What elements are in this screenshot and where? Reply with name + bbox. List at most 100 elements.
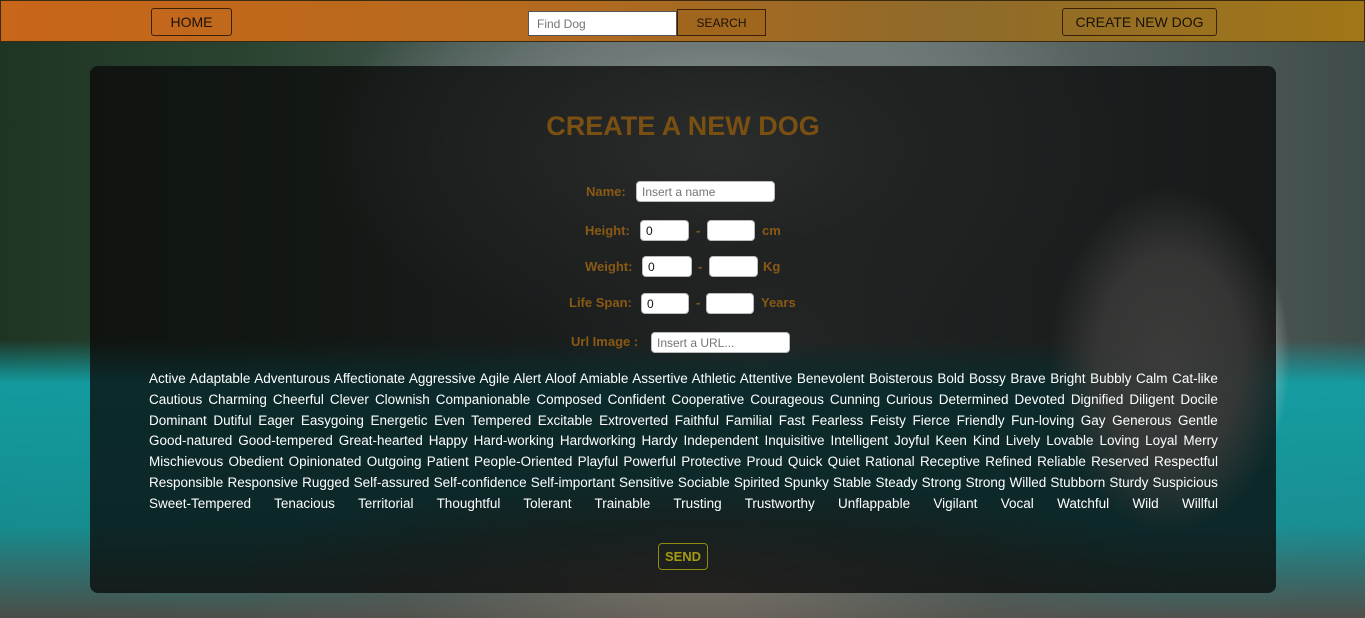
temperament-option[interactable]: Protective	[681, 454, 741, 469]
temperament-option[interactable]: Proud	[747, 454, 783, 469]
temperament-option[interactable]: Cheerful	[273, 392, 324, 407]
temperament-option[interactable]: Self-important	[531, 475, 615, 490]
temperament-option[interactable]: Fun-loving	[1011, 413, 1074, 428]
name-input[interactable]	[636, 181, 775, 202]
temperament-option[interactable]: Cautious	[149, 392, 202, 407]
url-image-input[interactable]	[651, 332, 790, 353]
temperament-option[interactable]: Lively	[1006, 433, 1041, 448]
temperament-option[interactable]: Bossy	[969, 371, 1006, 386]
temperament-option[interactable]: Affectionate	[334, 371, 405, 386]
temperament-option[interactable]: People-Oriented	[474, 454, 572, 469]
temperament-option[interactable]: Self-assured	[354, 475, 430, 490]
temperament-option[interactable]: Gay	[1081, 413, 1106, 428]
temperament-option[interactable]: Active	[149, 371, 186, 386]
temperament-option[interactable]: Easygoing	[301, 413, 364, 428]
temperament-option[interactable]: Bold	[937, 371, 964, 386]
temperament-option[interactable]: Inquisitive	[764, 433, 824, 448]
temperament-option[interactable]: Good-natured	[149, 433, 232, 448]
temperament-option[interactable]: Friendly	[957, 413, 1005, 428]
temperament-option[interactable]: Vigilant	[933, 496, 977, 511]
temperament-option[interactable]: Hardworking	[560, 433, 636, 448]
temperament-option[interactable]: Cooperative	[671, 392, 744, 407]
temperament-option[interactable]: Opinionated	[289, 454, 362, 469]
temperament-option[interactable]: Even Tempered	[434, 413, 531, 428]
temperament-option[interactable]: Eager	[258, 413, 294, 428]
temperament-option[interactable]: Vocal	[1001, 496, 1034, 511]
temperament-option[interactable]: Suspicious	[1153, 475, 1218, 490]
temperament-option[interactable]: Cunning	[830, 392, 880, 407]
temperament-option[interactable]: Courageous	[750, 392, 824, 407]
temperament-option[interactable]: Stubborn	[1050, 475, 1105, 490]
height-max-input[interactable]	[707, 220, 755, 241]
temperament-option[interactable]: Calm	[1136, 371, 1168, 386]
temperament-option[interactable]: Spunky	[784, 475, 829, 490]
temperament-option[interactable]: Aggressive	[409, 371, 476, 386]
temperament-option[interactable]: Merry	[1183, 433, 1218, 448]
temperament-option[interactable]: Intelligent	[830, 433, 888, 448]
send-button[interactable]: SEND	[658, 543, 708, 570]
temperament-option[interactable]: Athletic	[692, 371, 736, 386]
temperament-option[interactable]: Adaptable	[190, 371, 251, 386]
temperament-option[interactable]: Outgoing	[367, 454, 422, 469]
height-min-input[interactable]	[640, 220, 689, 241]
temperament-option[interactable]: Amiable	[580, 371, 629, 386]
temperament-option[interactable]: Tolerant	[523, 496, 571, 511]
temperament-option[interactable]: Mischievous	[149, 454, 223, 469]
temperament-option[interactable]: Trainable	[595, 496, 651, 511]
temperament-option[interactable]: Bright	[1050, 371, 1085, 386]
temperament-option[interactable]: Cat-like	[1172, 371, 1218, 386]
temperament-option[interactable]: Strong	[922, 475, 962, 490]
temperament-option[interactable]: Keen	[935, 433, 967, 448]
temperament-option[interactable]: Faithful	[675, 413, 719, 428]
temperament-option[interactable]: Loving	[1099, 433, 1139, 448]
temperament-option[interactable]: Dominant	[149, 413, 207, 428]
temperament-option[interactable]: Excitable	[538, 413, 593, 428]
temperament-option[interactable]: Brave	[1010, 371, 1045, 386]
temperament-option[interactable]: Attentive	[740, 371, 793, 386]
temperament-option[interactable]: Sturdy	[1109, 475, 1148, 490]
temperament-option[interactable]: Reserved	[1091, 454, 1149, 469]
temperament-option[interactable]: Willful	[1182, 496, 1218, 511]
search-input[interactable]	[528, 11, 677, 36]
temperament-option[interactable]: Gentle	[1178, 413, 1218, 428]
temperament-option[interactable]: Stable	[833, 475, 871, 490]
temperament-option[interactable]: Happy	[429, 433, 468, 448]
temperament-option[interactable]: Fast	[779, 413, 805, 428]
temperament-option[interactable]: Joyful	[894, 433, 929, 448]
search-button[interactable]: SEARCH	[677, 9, 766, 36]
temperament-option[interactable]: Alert	[513, 371, 541, 386]
temperament-option[interactable]: Diligent	[1129, 392, 1174, 407]
temperament-option[interactable]: Spirited	[734, 475, 780, 490]
temperament-option[interactable]: Watchful	[1057, 496, 1109, 511]
temperament-option[interactable]: Energetic	[370, 413, 427, 428]
temperament-option[interactable]: Aloof	[545, 371, 576, 386]
temperament-option[interactable]: Responsible	[149, 475, 223, 490]
temperament-option[interactable]: Great-hearted	[339, 433, 423, 448]
temperament-option[interactable]: Extroverted	[599, 413, 668, 428]
temperament-option[interactable]: Sociable	[678, 475, 730, 490]
temperament-option[interactable]: Wild	[1132, 496, 1158, 511]
temperament-option[interactable]: Familial	[726, 413, 773, 428]
temperament-option[interactable]: Dutiful	[213, 413, 251, 428]
temperament-option[interactable]: Kind	[973, 433, 1000, 448]
temperament-option[interactable]: Assertive	[632, 371, 688, 386]
temperament-option[interactable]: Lovable	[1046, 433, 1093, 448]
temperament-option[interactable]: Benevolent	[797, 371, 865, 386]
temperament-option[interactable]: Trusting	[673, 496, 721, 511]
temperament-option[interactable]: Tenacious	[274, 496, 335, 511]
temperament-option[interactable]: Quiet	[828, 454, 860, 469]
temperament-option[interactable]: Boisterous	[869, 371, 933, 386]
temperament-option[interactable]: Sweet-Tempered	[149, 496, 251, 511]
temperament-option[interactable]: Obedient	[229, 454, 284, 469]
temperament-option[interactable]: Hardy	[642, 433, 678, 448]
temperament-option[interactable]: Trustworthy	[745, 496, 815, 511]
temperament-option[interactable]: Independent	[683, 433, 758, 448]
temperament-option[interactable]: Responsive	[227, 475, 298, 490]
temperament-option[interactable]: Docile	[1180, 392, 1218, 407]
temperament-option[interactable]: Playful	[578, 454, 619, 469]
temperament-option[interactable]: Rugged	[302, 475, 349, 490]
temperament-option[interactable]: Reliable	[1037, 454, 1086, 469]
lifespan-max-input[interactable]	[706, 293, 754, 314]
temperament-option[interactable]: Good-tempered	[238, 433, 333, 448]
temperament-option[interactable]: Loyal	[1145, 433, 1177, 448]
